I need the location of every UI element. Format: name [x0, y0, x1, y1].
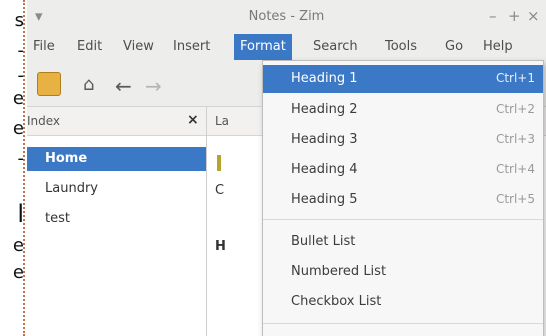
page-partial-text: H	[215, 239, 226, 254]
strip-glyph: e	[12, 118, 24, 139]
menu-item-label: Heading 2	[291, 102, 358, 117]
zim-window: ▾ Notes - Zim – + × File Edit View Inser…	[27, 0, 546, 336]
index-item-label: Home	[45, 151, 88, 166]
menu-insert[interactable]: Insert	[173, 39, 210, 54]
title-bar: ▾ Notes - Zim – + ×	[27, 0, 546, 34]
menu-item-label: Bullet List	[291, 234, 356, 249]
menu-bar: File Edit View Insert Format Search Tool…	[27, 34, 546, 60]
menu-item-numbered-list[interactable]: Numbered List	[263, 258, 543, 286]
menu-item-label: Checkbox List	[291, 294, 382, 309]
menu-edit[interactable]: Edit	[77, 39, 102, 54]
menu-separator	[263, 219, 543, 220]
menu-go[interactable]: Go	[445, 39, 463, 54]
menu-view[interactable]: View	[123, 39, 154, 54]
close-icon[interactable]: ×	[527, 7, 540, 25]
index-item-label: Laundry	[45, 181, 98, 196]
page-heading-marker	[217, 155, 221, 171]
index-item-label: test	[45, 211, 70, 226]
index-item-home[interactable]: Home	[27, 147, 206, 171]
index-item-test[interactable]: test	[27, 207, 206, 231]
strip-glyph: -	[17, 65, 25, 86]
menu-item-checkbox-list[interactable]: Checkbox List	[263, 288, 543, 316]
menu-item-heading-5[interactable]: Heading 5 Ctrl+5	[263, 186, 543, 214]
index-item-laundry[interactable]: Laundry	[27, 177, 206, 201]
menu-item-label: Heading 5	[291, 192, 358, 207]
menu-item-heading-4[interactable]: Heading 4 Ctrl+4	[263, 156, 543, 184]
page-tab-label: La	[215, 114, 230, 128]
strip-glyph: e	[12, 235, 24, 256]
index-panel: Index × Home Laundry test	[27, 107, 207, 336]
menu-item-shortcut: Ctrl+5	[495, 192, 535, 206]
menu-item-heading-1[interactable]: Heading 1 Ctrl+1	[263, 65, 543, 93]
menu-item-shortcut: Ctrl+3	[495, 132, 535, 146]
menu-item-bullet-list[interactable]: Bullet List	[263, 228, 543, 256]
menu-format[interactable]: Format	[234, 34, 292, 60]
strip-glyph: s	[14, 10, 24, 31]
window-title: Notes - Zim	[248, 9, 325, 24]
strip-glyph: -	[17, 148, 25, 169]
format-dropdown-menu: Heading 1 Ctrl+1 Heading 2 Ctrl+2 Headin…	[262, 60, 544, 336]
index-header: Index ×	[27, 107, 206, 136]
index-title: Index	[27, 114, 61, 128]
strip-glyph: e	[12, 262, 24, 283]
close-index-icon[interactable]: ×	[187, 112, 199, 128]
back-arrow-icon[interactable]: ←	[115, 74, 132, 98]
home-icon[interactable]: ⌂	[83, 74, 94, 95]
menu-item-shortcut: Ctrl+2	[495, 102, 535, 116]
menu-item-shortcut: Ctrl+1	[495, 71, 535, 85]
menu-item-heading-2[interactable]: Heading 2 Ctrl+2	[263, 96, 543, 124]
menu-item-label: Heading 1	[291, 71, 358, 86]
minimize-icon[interactable]: –	[489, 7, 497, 25]
page-partial-text: C	[215, 183, 225, 198]
menu-separator	[263, 323, 543, 324]
forward-arrow-icon[interactable]: →	[145, 74, 162, 98]
zim-notebook-icon[interactable]	[37, 72, 61, 96]
strip-glyph: l	[17, 200, 24, 228]
menu-item-label: Heading 3	[291, 132, 358, 147]
menu-item-shortcut: Ctrl+4	[495, 162, 535, 176]
strip-glyph: e	[12, 88, 24, 109]
menu-item-heading-3[interactable]: Heading 3 Ctrl+3	[263, 126, 543, 154]
menu-item-label: Numbered List	[291, 264, 387, 279]
menu-file[interactable]: File	[33, 39, 55, 54]
background-document-strip: s - - e e - l e e	[0, 0, 27, 336]
menu-help[interactable]: Help	[483, 39, 513, 54]
menu-tools[interactable]: Tools	[385, 39, 417, 54]
maximize-icon[interactable]: +	[508, 7, 521, 25]
menu-search[interactable]: Search	[313, 39, 358, 54]
strip-glyph: -	[17, 40, 25, 61]
menu-item-label: Heading 4	[291, 162, 358, 177]
